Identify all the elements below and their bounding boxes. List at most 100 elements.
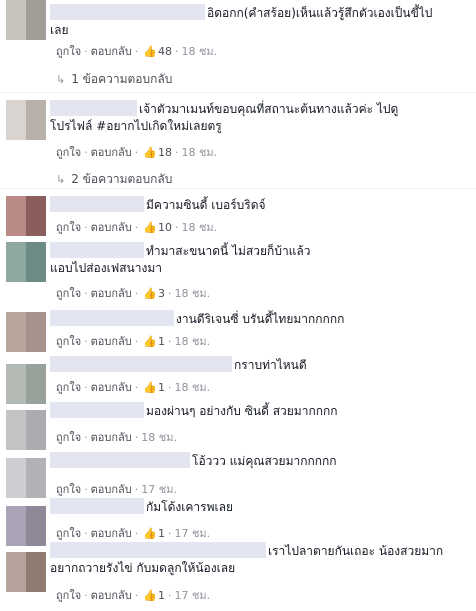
avatar[interactable] (6, 100, 46, 140)
commenter-name-redacted[interactable] (50, 402, 144, 418)
avatar-image-left (6, 312, 26, 352)
timestamp[interactable]: 18 ชม. (181, 146, 217, 159)
avatar[interactable] (6, 0, 46, 40)
separator-dot: · (84, 45, 88, 58)
comment-actions: ถูกใจ · ตอบกลับ · 👍10 · 18 ชม. (56, 218, 217, 236)
thumbs-up-icon: 👍 (143, 527, 157, 540)
commenter-name-redacted[interactable] (50, 196, 144, 212)
avatar-image-left (6, 410, 26, 450)
reply-link[interactable]: ตอบกลับ (91, 287, 132, 300)
like-count[interactable]: 48 (158, 45, 172, 58)
thumbs-up-icon: 👍 (143, 146, 157, 159)
avatar[interactable] (6, 242, 46, 282)
separator-dot: · (84, 527, 88, 540)
separator-dot: · (174, 221, 179, 234)
separator-dot: · (134, 146, 139, 159)
reply-link[interactable]: ตอบกลับ (91, 431, 132, 444)
reply-link[interactable]: ตอบกลับ (91, 483, 132, 496)
view-replies-link[interactable]: ↳ 2 ข้อความตอบกลับ (56, 170, 172, 189)
like-link[interactable]: ถูกใจ (56, 431, 81, 444)
reply-link[interactable]: ตอบกลับ (91, 45, 132, 58)
commenter-name-redacted[interactable] (50, 4, 205, 20)
comment-text-line-2: อยากถวายรังไข่ กับมดลูกให้น้องเลย (50, 560, 470, 577)
avatar-image-right (26, 364, 46, 404)
avatar[interactable] (6, 552, 46, 592)
like-link[interactable]: ถูกใจ (56, 221, 81, 234)
comment-text: เจ้าตัวมาเมนท์ขอบคุณที่สถานะต้นทางแล้วค่… (139, 102, 399, 116)
like-count[interactable]: 1 (158, 589, 165, 602)
separator-dot: · (84, 381, 88, 394)
like-link[interactable]: ถูกใจ (56, 381, 81, 394)
thumbs-up-icon: 👍 (143, 287, 157, 300)
view-replies-link[interactable]: ↳ 1 ข้อความตอบกลับ (56, 70, 172, 89)
like-link[interactable]: ถูกใจ (56, 146, 81, 159)
commenter-name-redacted[interactable] (50, 100, 137, 116)
avatar-image-right (26, 458, 46, 498)
avatar[interactable] (6, 364, 46, 404)
separator-dot: · (167, 287, 172, 300)
reply-link[interactable]: ตอบกลับ (91, 146, 132, 159)
like-link[interactable]: ถูกใจ (56, 483, 81, 496)
comment-actions: ถูกใจ · ตอบกลับ · 👍1 · 18 ชม. (56, 332, 210, 350)
timestamp[interactable]: 18 ชม. (174, 335, 210, 348)
reply-link[interactable]: ตอบกลับ (91, 335, 132, 348)
avatar-image-right (26, 506, 46, 546)
like-count[interactable]: 10 (158, 221, 172, 234)
commenter-name-redacted[interactable] (50, 242, 144, 258)
timestamp[interactable]: 18 ชม. (181, 221, 217, 234)
avatar[interactable] (6, 410, 46, 450)
commenter-name-redacted[interactable] (50, 310, 174, 326)
reply-link[interactable]: ตอบกลับ (91, 589, 132, 602)
comment-text-line-1: อิดอกก(คำสร้อย)เห็นแล้วรู้สึกตัวเองเป็นข… (50, 4, 470, 22)
timestamp[interactable]: 17 ชม. (174, 527, 210, 540)
like-link[interactable]: ถูกใจ (56, 589, 81, 602)
commenter-name-redacted[interactable] (50, 356, 232, 372)
avatar-image-left (6, 506, 26, 546)
reply-link[interactable]: ตอบกลับ (91, 527, 132, 540)
avatar[interactable] (6, 312, 46, 352)
comment-text: กัมโด้งเคารพเลย (146, 500, 233, 514)
thumbs-up-icon: 👍 (143, 589, 157, 602)
like-link[interactable]: ถูกใจ (56, 287, 81, 300)
like-link[interactable]: ถูกใจ (56, 45, 81, 58)
separator-dot: · (134, 381, 139, 394)
separator-dot: · (134, 589, 139, 602)
comment-actions: ถูกใจ · ตอบกลับ · 👍1 · 17 ชม. (56, 524, 210, 542)
reply-link[interactable]: ตอบกลับ (91, 381, 132, 394)
comment-text-line-1: งานดีริเจนซี่ บรันดี้ไทยมากกกกก (50, 310, 470, 328)
avatar-image-right (26, 196, 46, 236)
like-count[interactable]: 1 (158, 381, 165, 394)
like-link[interactable]: ถูกใจ (56, 527, 81, 540)
commenter-name-redacted[interactable] (50, 542, 266, 558)
avatar[interactable] (6, 506, 46, 546)
divider (0, 92, 476, 93)
timestamp[interactable]: 18 ชม. (174, 381, 210, 394)
comment-text: โอ้ววว แม่คุณสวยมากกกกก (192, 454, 337, 468)
comment-text: อิดอกก(คำสร้อย)เห็นแล้วรู้สึกตัวเองเป็นข… (207, 6, 433, 20)
like-link[interactable]: ถูกใจ (56, 335, 81, 348)
comment-actions: ถูกใจ · ตอบกลับ · 👍1 · 18 ชม. (56, 378, 210, 396)
like-count[interactable]: 1 (158, 335, 165, 348)
commenter-name-redacted[interactable] (50, 498, 144, 514)
comment-body: กัมโด้งเคารพเลย (50, 498, 470, 516)
timestamp[interactable]: 17 ชม. (174, 589, 210, 602)
avatar[interactable] (6, 196, 46, 236)
separator-dot: · (167, 335, 172, 348)
comment-actions: ถูกใจ · ตอบกลับ · 👍18 · 18 ชม. (56, 143, 217, 161)
comment-text-line-2: โปรไฟล์ #อยากไปเกิดใหม่เลยตรู (50, 118, 470, 135)
like-count[interactable]: 18 (158, 146, 172, 159)
reply-link[interactable]: ตอบกลับ (91, 221, 132, 234)
avatar[interactable] (6, 458, 46, 498)
comment-text-line-1: เจ้าตัวมาเมนท์ขอบคุณที่สถานะต้นทางแล้วค่… (50, 100, 470, 118)
comment-text-line-1: เราไปลาตายกันเถอะ น้องสวยมาก (50, 542, 470, 560)
timestamp[interactable]: 18 ชม. (174, 287, 210, 300)
timestamp[interactable]: 18 ชม. (141, 431, 177, 444)
thumbs-up-icon: 👍 (143, 221, 157, 234)
like-count[interactable]: 1 (158, 527, 165, 540)
timestamp[interactable]: 18 ชม. (181, 45, 217, 58)
commenter-name-redacted[interactable] (50, 452, 190, 468)
like-count[interactable]: 3 (158, 287, 165, 300)
avatar-image-right (26, 100, 46, 140)
timestamp[interactable]: 17 ชม. (141, 483, 177, 496)
comment-text: มีความซินดี้ เบอร์บริดจ์ (146, 198, 266, 212)
